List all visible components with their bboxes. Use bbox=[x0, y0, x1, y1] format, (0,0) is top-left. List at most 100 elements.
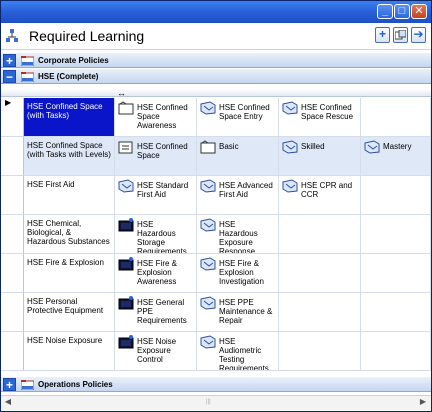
hierarchy-icon bbox=[6, 29, 18, 42]
add-button[interactable]: + bbox=[375, 27, 390, 43]
learning-item[interactable]: HSE Fire & Explosion Awareness bbox=[115, 254, 197, 293]
learning-item[interactable]: HSE General PPE Requirements bbox=[115, 293, 197, 332]
group-label: HSE (Complete) bbox=[38, 72, 99, 81]
row-selector[interactable] bbox=[1, 215, 24, 254]
next-icon: ➔ bbox=[413, 27, 424, 41]
requirement-name[interactable]: HSE Fire & Explosion bbox=[24, 254, 115, 293]
learning-item-label: HSE Fire & Explosion Awareness bbox=[137, 259, 178, 286]
row-selector[interactable] bbox=[1, 293, 24, 332]
learning-item[interactable]: HSE Confined Space Rescue bbox=[279, 98, 361, 137]
module-icon bbox=[200, 140, 216, 154]
row-selector[interactable] bbox=[1, 176, 24, 215]
row-selector[interactable] bbox=[1, 332, 24, 371]
grid-header: ↔ bbox=[1, 88, 431, 98]
empty-cell bbox=[361, 215, 431, 254]
learning-item[interactable]: HSE CPR and CCR bbox=[279, 176, 361, 215]
video-icon bbox=[118, 296, 134, 310]
empty-cell bbox=[361, 293, 431, 332]
learning-item[interactable]: HSE Confined Space Entry bbox=[197, 98, 279, 137]
document-icon bbox=[118, 140, 134, 154]
header: Required Learning + ➔ bbox=[1, 23, 431, 50]
learning-grid: ↔ ▶ HSE Confined Space (with Tasks) HSE Co… bbox=[1, 88, 431, 376]
video-icon bbox=[118, 257, 134, 271]
learning-item-label: HSE Hazardous Exposure Response bbox=[219, 220, 258, 254]
learning-item[interactable]: HSE Hazardous Storage Requirements bbox=[115, 215, 197, 254]
scroll-thumb[interactable]: ||| bbox=[206, 399, 214, 406]
video-icon bbox=[118, 335, 134, 349]
empty-cell bbox=[279, 254, 361, 293]
row-selector[interactable]: ▶ bbox=[1, 98, 24, 137]
empty-cell bbox=[361, 332, 431, 371]
empty-cell bbox=[361, 98, 431, 137]
learning-item[interactable]: HSE Noise Exposure Control bbox=[115, 332, 197, 371]
close-button[interactable]: ✕ bbox=[411, 4, 427, 19]
folder-icon bbox=[21, 72, 34, 82]
empty-cell bbox=[279, 332, 361, 371]
learning-item[interactable]: HSE Confined Space bbox=[115, 137, 197, 176]
scroll-right-button[interactable]: ▶ bbox=[417, 397, 429, 409]
view-button[interactable] bbox=[393, 27, 408, 43]
current-row-pointer-icon: ▶ bbox=[5, 98, 12, 107]
next-button[interactable]: ➔ bbox=[411, 27, 426, 43]
learning-item[interactable]: HSE Fire & Explosion Investigation bbox=[197, 254, 279, 293]
learning-item-label: Skilled bbox=[301, 142, 325, 151]
empty-cell bbox=[361, 254, 431, 293]
view-icon bbox=[394, 29, 407, 40]
learning-item[interactable]: HSE Audiometric Testing Requirements bbox=[197, 332, 279, 371]
group-hse[interactable]: − HSE (Complete) bbox=[1, 68, 431, 84]
group-corporate-policies[interactable]: + Corporate Policies bbox=[1, 52, 431, 68]
course-icon bbox=[364, 140, 380, 154]
learning-item[interactable]: HSE Standard First Aid bbox=[115, 176, 197, 215]
collapse-button[interactable]: − bbox=[3, 70, 16, 83]
learning-item-label: HSE Confined Space Awareness bbox=[137, 103, 188, 130]
empty-cell bbox=[279, 293, 361, 332]
add-icon: + bbox=[378, 27, 386, 41]
column-resize-icon[interactable]: ↔ bbox=[117, 88, 126, 98]
learning-item[interactable]: HSE Confined Space Awareness bbox=[115, 98, 197, 137]
learning-item-label: HSE Confined Space bbox=[137, 142, 188, 160]
course-icon bbox=[200, 257, 216, 271]
learning-item[interactable]: HSE PPE Maintenance & Repair bbox=[197, 293, 279, 332]
learning-item-label: HSE Standard First Aid bbox=[137, 181, 189, 199]
page-title: Required Learning bbox=[29, 28, 145, 44]
requirement-name[interactable]: HSE Chemical, Biological, & Hazardous Su… bbox=[24, 215, 115, 254]
learning-item-label: Basic bbox=[219, 142, 239, 151]
learning-item-label: HSE CPR and CCR bbox=[301, 181, 353, 199]
learning-item[interactable]: HSE Hazardous Exposure Response bbox=[197, 215, 279, 254]
row-selector[interactable] bbox=[1, 254, 24, 293]
requirement-name[interactable]: HSE Personal Protective Equipment bbox=[24, 293, 115, 332]
learning-item-label: HSE Confined Space Entry bbox=[219, 103, 270, 121]
learning-item[interactable]: Skilled bbox=[279, 137, 361, 176]
minimize-button[interactable]: _ bbox=[377, 4, 393, 19]
title-bar[interactable]: _ □ ✕ bbox=[1, 1, 431, 23]
course-icon bbox=[200, 296, 216, 310]
group-label: Operations Policies bbox=[38, 380, 113, 389]
learning-item[interactable]: Mastery bbox=[361, 137, 431, 176]
course-icon bbox=[282, 140, 298, 154]
course-icon bbox=[282, 179, 298, 193]
learning-item[interactable]: HSE Advanced First Aid bbox=[197, 176, 279, 215]
module-icon bbox=[118, 101, 134, 115]
expand-button[interactable]: + bbox=[3, 378, 16, 391]
requirement-name[interactable]: HSE First Aid bbox=[24, 176, 115, 215]
scroll-left-button[interactable]: ◀ bbox=[2, 397, 14, 409]
requirement-name[interactable]: HSE Confined Space (with Tasks) bbox=[24, 98, 115, 137]
learning-item-label: HSE Confined Space Rescue bbox=[301, 103, 354, 121]
requirement-name[interactable]: HSE Confined Space (with Tasks with Leve… bbox=[24, 137, 115, 176]
course-icon bbox=[118, 179, 134, 193]
horizontal-scrollbar[interactable]: ◀ ||| ▶ bbox=[1, 395, 431, 410]
maximize-button[interactable]: □ bbox=[394, 4, 410, 19]
learning-item-label: HSE Fire & Explosion Investigation bbox=[219, 259, 264, 286]
expand-button[interactable]: + bbox=[3, 54, 16, 67]
learning-item-label: HSE PPE Maintenance & Repair bbox=[219, 298, 273, 325]
empty-cell bbox=[361, 176, 431, 215]
group-label: Corporate Policies bbox=[38, 56, 109, 65]
required-learning-window: _ □ ✕ Required Learning + ➔ + Corporate … bbox=[0, 0, 432, 412]
row-selector[interactable] bbox=[1, 137, 24, 176]
learning-item[interactable]: Basic bbox=[197, 137, 279, 176]
requirement-name[interactable]: HSE Noise Exposure bbox=[24, 332, 115, 371]
course-icon bbox=[200, 179, 216, 193]
learning-item-label: HSE Noise Exposure Control bbox=[137, 337, 177, 364]
group-operations-policies[interactable]: + Operations Policies bbox=[1, 376, 431, 392]
learning-item-label: HSE Advanced First Aid bbox=[219, 181, 273, 199]
